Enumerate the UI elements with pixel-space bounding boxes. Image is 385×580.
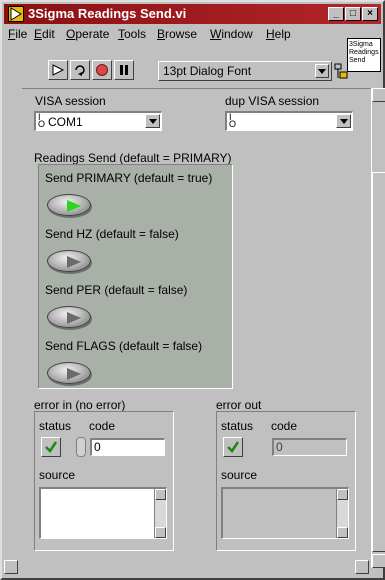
menu-help[interactable]: Help — [266, 27, 291, 41]
source-scrollbar[interactable] — [154, 489, 166, 538]
scroll-down-icon[interactable] — [337, 527, 348, 538]
scroll-down-icon[interactable] — [372, 554, 385, 568]
scroll-up-icon[interactable] — [372, 88, 385, 102]
menu-file[interactable]: File — [8, 27, 27, 41]
error-in-source-label: source — [39, 468, 76, 482]
send-hz-button[interactable] — [47, 250, 91, 272]
chevron-down-icon[interactable] — [336, 114, 351, 128]
labview-run-icon — [8, 6, 24, 22]
error-out-status-label: status — [221, 419, 254, 433]
run-arrow-icon[interactable] — [48, 60, 68, 80]
menu-operate[interactable]: Operate — [66, 27, 109, 41]
error-out-code-label: code — [271, 419, 298, 433]
menu-window[interactable]: Window — [210, 27, 253, 41]
scroll-left-icon[interactable] — [4, 560, 18, 574]
visa-io-icon: IO — [38, 112, 46, 129]
error-out-cluster: status code 0 source — [216, 411, 356, 551]
visa-session-control[interactable]: IO COM1 — [34, 111, 162, 131]
title-bar[interactable]: 3Sigma Readings Send.vi _ □ × — [4, 4, 381, 24]
send-primary-label: Send PRIMARY (default = true) — [45, 171, 213, 185]
visa-session-label: VISA session — [35, 94, 106, 108]
green-check-icon — [227, 441, 240, 453]
maximize-button[interactable]: □ — [345, 7, 361, 21]
error-out-code-field: 0 — [272, 438, 347, 456]
error-in-label: error in (no error) — [34, 398, 126, 412]
error-out-code-value: 0 — [276, 440, 283, 454]
error-in-code-field[interactable]: 0 — [90, 438, 165, 456]
menu-edit[interactable]: Edit — [34, 27, 55, 41]
error-in-code-label: code — [89, 419, 116, 433]
error-in-cluster: status code 0 source — [34, 411, 174, 551]
visa-session-value: COM1 — [48, 115, 83, 129]
vertical-scrollbar[interactable] — [371, 88, 385, 568]
scroll-right-icon[interactable] — [355, 560, 369, 574]
scroll-up-icon[interactable] — [337, 489, 348, 500]
toolbar: 13pt Dialog Font — [4, 58, 348, 84]
font-select[interactable]: 13pt Dialog Font — [158, 61, 332, 81]
visa-io-icon: IO — [229, 112, 237, 129]
error-in-status-label: status — [39, 419, 72, 433]
close-button[interactable]: × — [362, 7, 378, 21]
run-continuously-icon[interactable] — [70, 60, 90, 80]
window-title: 3Sigma Readings Send.vi — [28, 6, 187, 21]
code-increment-icon[interactable] — [76, 437, 86, 457]
pause-icon[interactable] — [114, 60, 134, 80]
dup-visa-session-label: dup VISA session — [225, 94, 320, 108]
error-out-source-field — [221, 487, 349, 539]
align-objects-icon[interactable] — [334, 61, 348, 81]
send-hz-label: Send HZ (default = false) — [45, 227, 179, 241]
source-scrollbar[interactable] — [336, 489, 348, 538]
error-in-code-value: 0 — [94, 440, 101, 454]
menu-browse[interactable]: Browse — [157, 27, 197, 41]
chevron-down-icon[interactable] — [315, 64, 329, 78]
left-rail — [4, 88, 22, 578]
arrow-icon — [67, 256, 81, 268]
vi-icon-line: 3Sigma — [349, 41, 373, 48]
send-per-label: Send PER (default = false) — [45, 283, 188, 297]
error-out-source-label: source — [221, 468, 258, 482]
arrow-icon — [67, 368, 81, 380]
error-out-label: error out — [216, 398, 262, 412]
chevron-down-icon[interactable] — [145, 114, 160, 128]
vi-icon-line: Readings — [349, 49, 379, 56]
vi-icon-pane[interactable]: 3Sigma Readings Send — [347, 38, 381, 72]
vi-icon-line: Send — [349, 57, 366, 64]
readings-send-label: Readings Send (default = PRIMARY) — [34, 151, 232, 165]
menu-tools[interactable]: Tools — [118, 27, 146, 41]
arrow-icon — [67, 312, 81, 324]
menu-bar: File Edit Operate Tools Browse Window He… — [4, 25, 344, 43]
error-out-status-indicator — [223, 437, 243, 457]
arrow-icon — [67, 200, 81, 212]
dup-visa-session-indicator[interactable]: IO — [225, 111, 353, 131]
send-flags-button[interactable] — [47, 362, 91, 384]
send-per-button[interactable] — [47, 306, 91, 328]
green-check-icon — [45, 441, 58, 453]
vi-window: 3Sigma Readings Send.vi _ □ × File Edit … — [0, 0, 385, 580]
font-select-value: 13pt Dialog Font — [163, 64, 252, 78]
send-flags-label: Send FLAGS (default = false) — [45, 339, 203, 353]
send-primary-button[interactable] — [47, 194, 91, 216]
scroll-up-icon[interactable] — [155, 489, 166, 500]
scroll-down-icon[interactable] — [155, 527, 166, 538]
minimize-button[interactable]: _ — [328, 7, 344, 21]
readings-send-cluster: Send PRIMARY (default = true) Send HZ (d… — [38, 164, 233, 389]
abort-icon[interactable] — [92, 60, 112, 80]
error-in-status-checkbox[interactable] — [41, 437, 61, 457]
horizontal-scrollbar[interactable] — [4, 558, 371, 578]
scrollbar-thumb[interactable] — [372, 172, 385, 552]
error-in-source-field[interactable] — [39, 487, 167, 539]
